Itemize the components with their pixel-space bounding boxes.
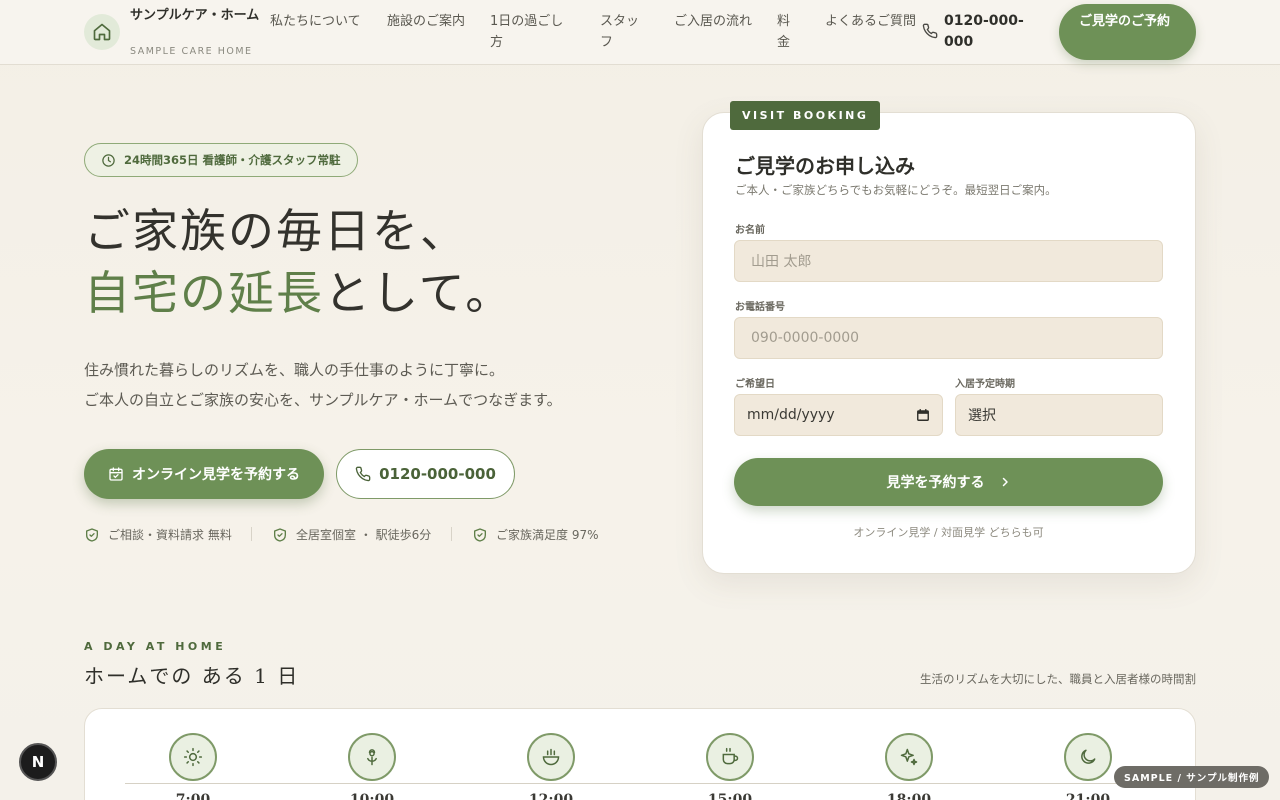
moon-icon (1064, 733, 1112, 781)
site-header: サンプルケア・ホーム SAMPLE CARE HOME 私たちについて 施設のご… (0, 0, 1280, 65)
booking-note: オンライン見学 / 対面見学 どちらも可 (853, 526, 1044, 539)
hero-title-line1: ご家族の毎日を、 (84, 204, 468, 258)
staff-badge-text: 24時間365日 看護師・介護スタッフ常駐 (124, 153, 341, 167)
hero-title-rest: として。 (324, 266, 514, 320)
feature-private-rooms: 全居室個室 ・ 駅徒歩6分 (272, 526, 431, 543)
feature-label: ご家族満足度 97% (496, 528, 599, 542)
phone-label: お電話番号 (735, 302, 785, 313)
timeline-time: 15:00 (707, 792, 753, 800)
nav-staff[interactable]: スタッフ (600, 11, 650, 53)
call-button[interactable]: 0120-000-000 (336, 449, 515, 499)
feature-divider (251, 527, 252, 541)
sample-chip: SAMPLE / サンプル制作例 (1114, 766, 1270, 788)
flower-icon (348, 733, 396, 781)
name-input[interactable]: 山田 太郎 (734, 240, 1163, 282)
feature-divider (451, 527, 452, 541)
timeline-time: 10:00 (349, 792, 395, 800)
move-in-label: 入居予定時期 (955, 379, 1015, 390)
booking-title: ご見学のお申し込み (735, 154, 915, 178)
move-in-select[interactable]: 選択 (955, 394, 1163, 436)
framework-badge[interactable]: N (19, 743, 57, 781)
day-section-eyebrow: A DAY AT HOME (84, 640, 227, 653)
date-input[interactable]: mm/dd/yyyy (734, 394, 943, 436)
date-input-value: mm/dd/yyyy (747, 407, 835, 423)
brand-name[interactable]: サンプルケア・ホーム (130, 6, 260, 26)
sparkle-icon (885, 733, 933, 781)
feature-label: 全居室個室 ・ 駅徒歩6分 (296, 528, 432, 542)
booking-submit-label: 見学を予約する (886, 475, 985, 491)
hero-title: ご家族の毎日を、 自宅の延長として。 (84, 200, 513, 324)
nav-facility[interactable]: 施設のご案内 (387, 11, 465, 32)
phone-icon (355, 466, 371, 482)
phone-input[interactable]: 090-0000-0000 (734, 317, 1163, 359)
booking-subtitle: ご本人・ご家族どちらでもお気軽にどうぞ。最短翌日ご案内。 (735, 183, 1057, 197)
brand-subtitle: SAMPLE CARE HOME (130, 46, 253, 57)
home-logo-icon[interactable] (84, 14, 120, 50)
feature-label: ご相談・資料請求 無料 (108, 528, 232, 542)
hero-description-line1: 住み慣れた暮らしのリズムを、職人の手仕事のように丁寧に。 (84, 361, 505, 379)
booking-submit-button[interactable]: 見学を予約する (734, 458, 1163, 506)
timeline-card (84, 708, 1196, 800)
shield-check-icon (472, 527, 488, 543)
booking-tag: VISIT BOOKING (730, 101, 881, 130)
header-phone[interactable]: 0120-000-000 (922, 11, 1044, 53)
tea-cup-icon (706, 733, 754, 781)
shield-check-icon (272, 527, 288, 543)
nav-pricing[interactable]: 料金 (777, 11, 797, 53)
timeline-line (125, 783, 1195, 784)
meal-bowl-icon (527, 733, 575, 781)
staff-badge: 24時間365日 看護師・介護スタッフ常駐 (84, 143, 358, 177)
hero-description-line2: ご本人の自立とご家族の安心を、サンプルケア・ホームでつなぎます。 (84, 391, 562, 409)
feature-free-consult: ご相談・資料請求 無料 (84, 526, 232, 543)
calendar-icon (108, 466, 124, 482)
feature-satisfaction: ご家族満足度 97% (472, 526, 599, 543)
online-visit-button-label: オンライン見学を予約する (132, 467, 300, 483)
hero-title-accent: 自宅の延長 (84, 266, 324, 320)
phone-icon (922, 23, 938, 53)
nav-faq[interactable]: よくあるご質問 (825, 11, 917, 32)
date-label: ご希望日 (735, 379, 775, 390)
chevron-right-icon (999, 476, 1011, 488)
nav-daily-schedule[interactable]: 1日の過ごし方 (490, 11, 570, 53)
hero-title-line2: 自宅の延長として。 (84, 262, 513, 324)
call-button-label: 0120-000-000 (379, 465, 496, 483)
shield-check-icon (84, 527, 100, 543)
timeline-time: 18:00 (886, 792, 932, 800)
nav-admission-flow[interactable]: ご入居の流れ (674, 11, 752, 32)
hero-description: 住み慣れた暮らしのリズムを、職人の手仕事のように丁寧に。 ご本人の自立とご家族の… (84, 355, 562, 415)
timeline-time: 21:00 (1065, 792, 1111, 800)
clock-icon (101, 153, 116, 168)
header-phone-number[interactable]: 0120-000-000 (944, 11, 1044, 53)
name-label: お名前 (735, 225, 765, 236)
nav-about[interactable]: 私たちについて (270, 11, 362, 32)
header-booking-button[interactable]: ご見学のご予約 (1059, 4, 1196, 60)
calendar-picker-icon[interactable] (916, 408, 930, 422)
day-section-title: ホームでの ある 1 日 (84, 664, 300, 688)
timeline-time: 7:00 (175, 792, 211, 800)
online-visit-button[interactable]: オンライン見学を予約する (84, 449, 324, 499)
timeline-time: 12:00 (528, 792, 574, 800)
day-section-description: 生活のリズムを大切にした、職員と入居者様の時間割 (920, 672, 1196, 686)
sun-icon (169, 733, 217, 781)
